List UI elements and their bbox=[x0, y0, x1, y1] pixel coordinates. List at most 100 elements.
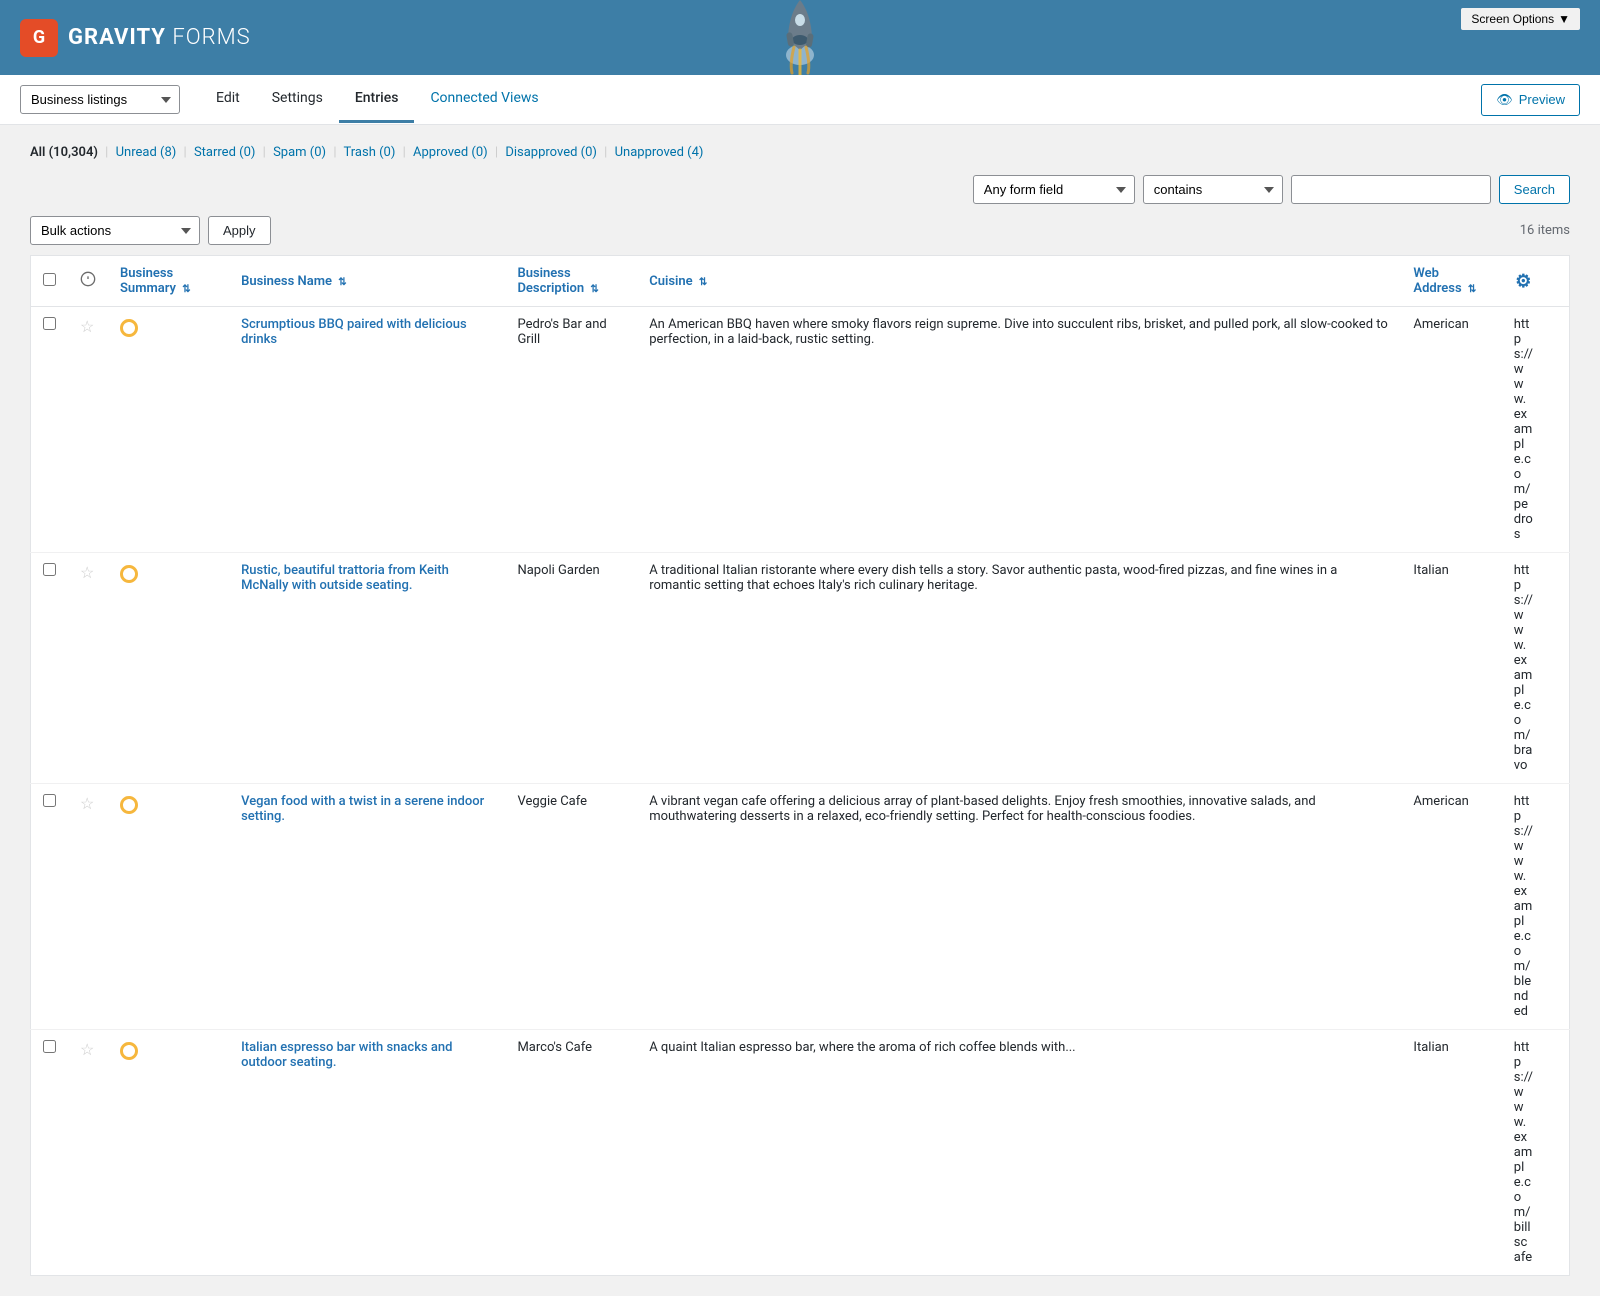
entry-summary-link[interactable]: Italian espresso bar with snacks and out… bbox=[241, 1040, 452, 1070]
row-checkbox-cell bbox=[31, 307, 69, 553]
entry-summary-link[interactable]: Scrumptious BBQ paired with delicious dr… bbox=[241, 317, 467, 347]
row-name-cell: Veggie Cafe bbox=[505, 784, 637, 1030]
entry-description: A quaint Italian espresso bar, where the… bbox=[649, 1040, 1075, 1055]
status-dot-icon bbox=[120, 796, 138, 814]
header-cuisine[interactable]: Cuisine ⇅ bbox=[637, 256, 1401, 307]
star-icon[interactable]: ☆ bbox=[80, 563, 94, 582]
filter-all[interactable]: All (10,304) bbox=[30, 145, 98, 160]
header-star-col bbox=[68, 256, 108, 307]
form-selector[interactable]: Business listings Contact Form Registrat… bbox=[20, 85, 180, 114]
row-checkbox[interactable] bbox=[43, 794, 56, 807]
filter-approved[interactable]: Approved (0) bbox=[413, 145, 488, 160]
row-status-cell bbox=[108, 784, 229, 1030]
entry-web: https://www.example.com/blended bbox=[1514, 794, 1533, 1019]
entry-name: Napoli Garden bbox=[517, 563, 599, 578]
status-dot-icon bbox=[120, 565, 138, 583]
row-summary-cell: Italian espresso bar with snacks and out… bbox=[229, 1030, 505, 1276]
entry-web: https://www.example.com/pedros bbox=[1514, 317, 1533, 542]
row-status-cell bbox=[108, 553, 229, 784]
nav-tabs: Edit Settings Entries Connected Views bbox=[200, 76, 1481, 123]
row-status-cell bbox=[108, 1030, 229, 1276]
row-web-cell: https://www.example.com/blended bbox=[1502, 784, 1545, 1030]
filter-starred[interactable]: Starred (0) bbox=[194, 145, 255, 160]
filter-unread[interactable]: Unread (8) bbox=[116, 145, 177, 160]
header-business-summary[interactable]: Business Summary ⇅ bbox=[108, 256, 229, 307]
entry-cuisine: Italian bbox=[1413, 563, 1448, 578]
header-web-address[interactable]: Web Address ⇅ bbox=[1401, 256, 1501, 307]
row-star-cell: ☆ bbox=[68, 553, 108, 784]
entry-description: A traditional Italian ristorante where e… bbox=[649, 563, 1337, 593]
sort-arrows-summary: ⇅ bbox=[182, 284, 190, 295]
row-checkbox[interactable] bbox=[43, 563, 56, 576]
star-icon[interactable]: ☆ bbox=[80, 317, 94, 336]
entries-table: Business Summary ⇅ Business Name ⇅ Busin… bbox=[30, 255, 1570, 1276]
sort-arrows-description: ⇅ bbox=[590, 284, 598, 295]
table-settings-gear-icon[interactable]: ⚙ bbox=[1515, 271, 1531, 292]
search-field-select[interactable]: Any form field Business Summary Business… bbox=[973, 175, 1135, 204]
row-cuisine-cell: Italian bbox=[1401, 553, 1501, 784]
search-button[interactable]: Search bbox=[1499, 175, 1570, 204]
star-icon[interactable]: ☆ bbox=[80, 1040, 94, 1059]
row-extra-cell bbox=[1545, 1030, 1570, 1276]
header-settings-col: ⚙ bbox=[1502, 256, 1545, 307]
entry-web: https://www.example.com/bravo bbox=[1514, 563, 1533, 773]
preview-icon: 👁 bbox=[1496, 92, 1513, 108]
status-dot-icon bbox=[120, 319, 138, 337]
filter-disapproved[interactable]: Disapproved (0) bbox=[505, 145, 597, 160]
table-row: ☆ Vegan food with a twist in a serene in… bbox=[31, 784, 1570, 1030]
row-star-cell: ☆ bbox=[68, 784, 108, 1030]
row-summary-cell: Rustic, beautiful trattoria from Keith M… bbox=[229, 553, 505, 784]
tab-settings[interactable]: Settings bbox=[256, 76, 339, 123]
table-row: ☆ Rustic, beautiful trattoria from Keith… bbox=[31, 553, 1570, 784]
bulk-row: Bulk actions Mark as Read Mark as Unread… bbox=[30, 216, 1570, 245]
header-business-name[interactable]: Business Name ⇅ bbox=[229, 256, 505, 307]
entry-cuisine: American bbox=[1413, 794, 1468, 809]
search-row: Any form field Business Summary Business… bbox=[30, 175, 1570, 204]
row-checkbox[interactable] bbox=[43, 317, 56, 330]
logo-text: GRAVITY FORMS bbox=[68, 25, 251, 50]
logo-icon: G bbox=[20, 19, 58, 57]
screen-options-area: Screen Options ▼ bbox=[1461, 8, 1580, 30]
entry-summary-link[interactable]: Rustic, beautiful trattoria from Keith M… bbox=[241, 563, 449, 593]
search-input[interactable] bbox=[1291, 175, 1491, 204]
entry-description: A vibrant vegan cafe offering a deliciou… bbox=[649, 794, 1316, 824]
filter-links: All (10,304) | Unread (8) | Starred (0) … bbox=[30, 145, 1570, 160]
screen-options-label: Screen Options bbox=[1471, 12, 1554, 26]
top-bar: Screen Options ▼ G GRAVITY FORMS bbox=[0, 0, 1600, 75]
entry-name: Pedro's Bar and Grill bbox=[517, 317, 606, 347]
row-checkbox[interactable] bbox=[43, 1040, 56, 1053]
preview-button[interactable]: 👁 Preview bbox=[1481, 84, 1580, 116]
entry-name: Marco's Cafe bbox=[517, 1040, 592, 1055]
row-status-cell bbox=[108, 307, 229, 553]
filter-unapproved[interactable]: Unapproved (4) bbox=[615, 145, 704, 160]
search-condition-select[interactable]: contains is is not starts with ends with bbox=[1143, 175, 1283, 204]
apply-button[interactable]: Apply bbox=[208, 216, 271, 245]
entry-summary-link[interactable]: Vegan food with a twist in a serene indo… bbox=[241, 794, 484, 824]
row-description-cell: A quaint Italian espresso bar, where the… bbox=[637, 1030, 1401, 1276]
sort-arrows-cuisine: ⇅ bbox=[699, 277, 707, 288]
nav-area: Business listings Contact Form Registrat… bbox=[0, 75, 1600, 125]
row-web-cell: https://www.example.com/billscafe bbox=[1502, 1030, 1545, 1276]
entry-cuisine: Italian bbox=[1413, 1040, 1448, 1055]
row-extra-cell bbox=[1545, 307, 1570, 553]
row-checkbox-cell bbox=[31, 1030, 69, 1276]
tab-edit[interactable]: Edit bbox=[200, 76, 256, 123]
tab-entries[interactable]: Entries bbox=[339, 76, 415, 123]
entry-description: An American BBQ haven where smoky flavor… bbox=[649, 317, 1388, 347]
row-description-cell: An American BBQ haven where smoky flavor… bbox=[637, 307, 1401, 553]
tab-connected-views[interactable]: Connected Views bbox=[414, 76, 554, 123]
filter-trash[interactable]: Trash (0) bbox=[343, 145, 395, 160]
sort-arrows-web: ⇅ bbox=[1468, 284, 1476, 295]
filter-spam[interactable]: Spam (0) bbox=[273, 145, 326, 160]
bulk-actions-select[interactable]: Bulk actions Mark as Read Mark as Unread… bbox=[30, 216, 200, 245]
select-all-checkbox[interactable] bbox=[43, 273, 56, 286]
status-dot-icon bbox=[120, 1042, 138, 1060]
star-icon[interactable]: ☆ bbox=[80, 794, 94, 813]
table-row: ☆ Scrumptious BBQ paired with delicious … bbox=[31, 307, 1570, 553]
header-business-description[interactable]: Business Description ⇅ bbox=[505, 256, 637, 307]
main-content: All (10,304) | Unread (8) | Starred (0) … bbox=[0, 125, 1600, 1296]
screen-options-button[interactable]: Screen Options ▼ bbox=[1461, 8, 1580, 30]
header-checkbox-col bbox=[31, 256, 69, 307]
entry-icon-header bbox=[80, 271, 96, 287]
row-extra-cell bbox=[1545, 784, 1570, 1030]
